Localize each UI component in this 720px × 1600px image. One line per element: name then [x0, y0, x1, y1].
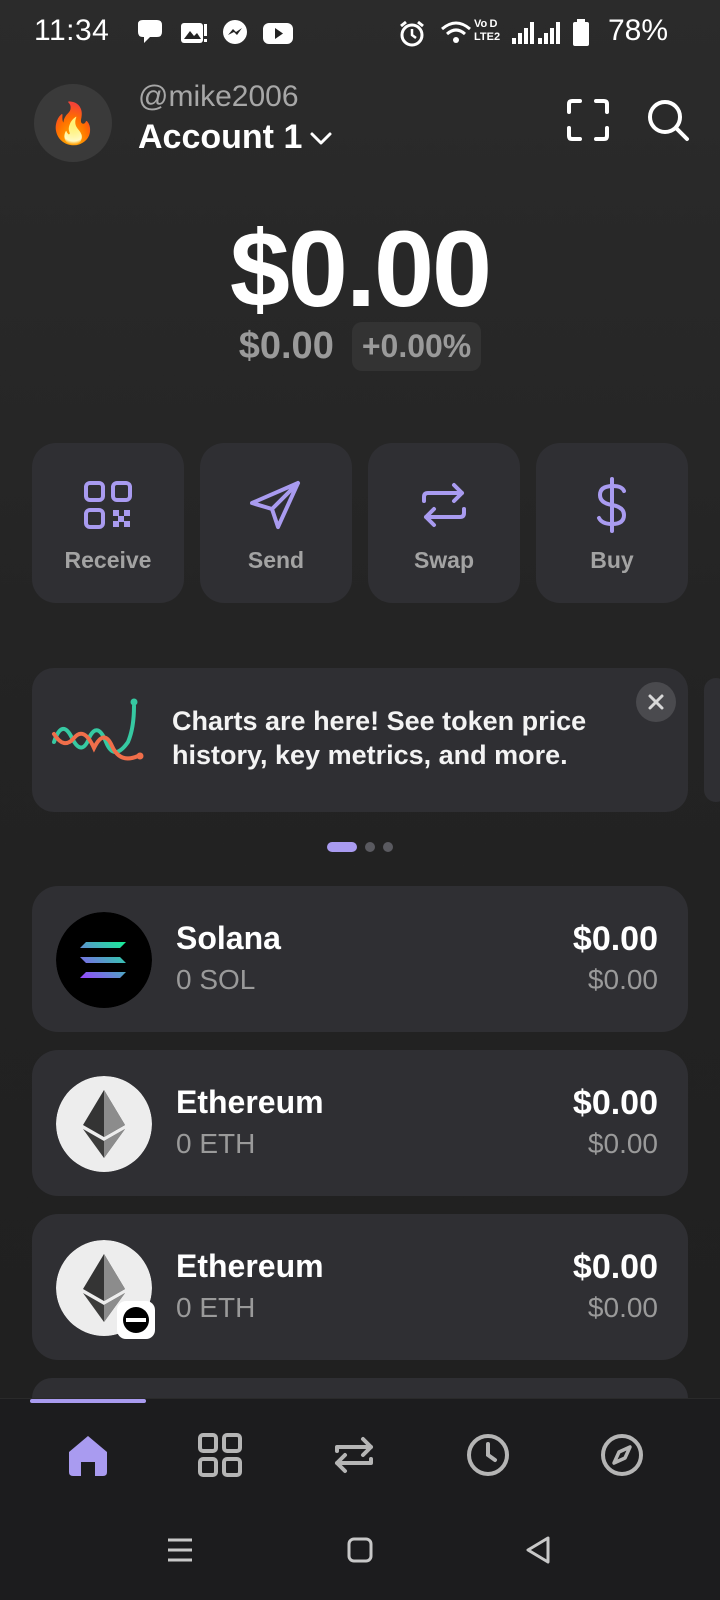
balance-change-percent: +0.00% [351, 322, 482, 371]
bottom-navigation [0, 1398, 720, 1501]
status-time: 11:34 [34, 14, 110, 47]
token-value: $0.00 [572, 1084, 658, 1122]
chat-bubble-icon [138, 20, 162, 43]
recent-apps-button[interactable] [160, 1530, 200, 1570]
token-change: $0.00 [587, 1292, 658, 1323]
base-network-badge-icon [117, 1301, 155, 1339]
pagination-dot-active [327, 842, 357, 852]
compass-icon [601, 1434, 643, 1476]
solana-logo-icon [56, 912, 152, 1008]
qr-code-icon [84, 481, 132, 529]
ethereum-logo-icon [56, 1076, 152, 1172]
account-selector[interactable]: Account 1 [138, 118, 334, 157]
token-name: Ethereum [176, 1084, 324, 1120]
token-amount: 0 ETH [176, 1292, 256, 1323]
volte-icon: Vo D LTE2 [474, 18, 501, 43]
pagination-dot [365, 842, 375, 852]
image-notification-icon [181, 23, 207, 43]
banner-text: Charts are here! See token price history… [172, 706, 587, 770]
token-row-ethereum[interactable]: Ethereum 0 ETH $0.00 $0.00 [32, 1050, 688, 1196]
avatar-emoji: 🔥 [48, 101, 98, 146]
send-button[interactable]: Send [200, 443, 352, 603]
token-row-solana[interactable]: Solana 0 SOL $0.00 $0.00 [32, 886, 688, 1032]
dollar-icon [597, 477, 627, 533]
swap-label: Swap [413, 547, 475, 573]
back-button[interactable] [518, 1530, 558, 1570]
token-amount: 0 SOL [176, 964, 256, 995]
next-banner-peek[interactable] [704, 678, 720, 802]
token-change: $0.00 [587, 964, 658, 995]
wifi-icon [441, 21, 471, 43]
clock-icon [467, 1434, 509, 1476]
username: @mike2006 [138, 80, 299, 113]
search-icon [648, 100, 689, 141]
swap-button[interactable]: Swap [368, 443, 520, 603]
balance-change-row: $0.00 +0.00% [0, 322, 720, 371]
system-navigation-bar [0, 1500, 720, 1600]
receive-label: Receive [64, 547, 152, 573]
chevron-down-icon [310, 132, 332, 144]
swap-arrows-icon [335, 1437, 373, 1473]
home-system-button[interactable] [340, 1530, 380, 1570]
recent-apps-icon [168, 1538, 192, 1562]
token-value: $0.00 [572, 1248, 658, 1286]
banner-pagination [0, 842, 720, 852]
tab-home[interactable] [62, 1429, 114, 1481]
active-tab-indicator [30, 1399, 146, 1403]
buy-label: Buy [590, 547, 634, 573]
tab-swap[interactable] [328, 1429, 380, 1481]
account-name: Account 1 [138, 118, 303, 156]
close-icon [648, 694, 664, 710]
messenger-icon [223, 20, 247, 44]
signal-bars-icon [512, 22, 560, 44]
token-change: $0.00 [587, 1128, 658, 1159]
alarm-icon [400, 20, 424, 47]
tab-explore[interactable] [596, 1429, 648, 1481]
token-name: Solana [176, 920, 281, 956]
avatar[interactable]: 🔥 [34, 84, 112, 162]
tab-collectibles[interactable] [194, 1429, 246, 1481]
home-square-icon [347, 1537, 373, 1563]
back-triangle-icon [526, 1536, 550, 1564]
home-icon [69, 1436, 107, 1476]
grid-icon [198, 1433, 242, 1477]
tab-activity[interactable] [462, 1429, 514, 1481]
youtube-icon [263, 23, 293, 44]
scan-button[interactable] [564, 96, 612, 144]
token-name: Ethereum [176, 1248, 324, 1284]
search-button[interactable] [644, 96, 692, 144]
battery-percent: 78% [608, 14, 669, 47]
total-balance: $0.00 [229, 208, 492, 329]
chart-lines-icon [52, 698, 144, 761]
battery-icon [573, 19, 589, 46]
receive-button[interactable]: Receive [32, 443, 184, 603]
token-row-ethereum-base[interactable]: Ethereum 0 ETH $0.00 $0.00 [32, 1214, 688, 1360]
token-value: $0.00 [572, 920, 658, 958]
charts-promo-banner[interactable]: Charts are here! See token price history… [32, 668, 688, 812]
pagination-dot [383, 842, 393, 852]
send-label: Send [247, 547, 305, 573]
banner-close-button[interactable] [636, 682, 676, 722]
status-bar: 11:34 Vo D LTE2 78% [0, 0, 720, 64]
scan-icon [567, 99, 609, 141]
balance-change-amount: $0.00 [238, 325, 334, 367]
swap-arrows-icon [422, 483, 466, 527]
buy-button[interactable]: Buy [536, 443, 688, 603]
token-amount: 0 ETH [176, 1128, 256, 1159]
paper-plane-icon [250, 481, 300, 529]
